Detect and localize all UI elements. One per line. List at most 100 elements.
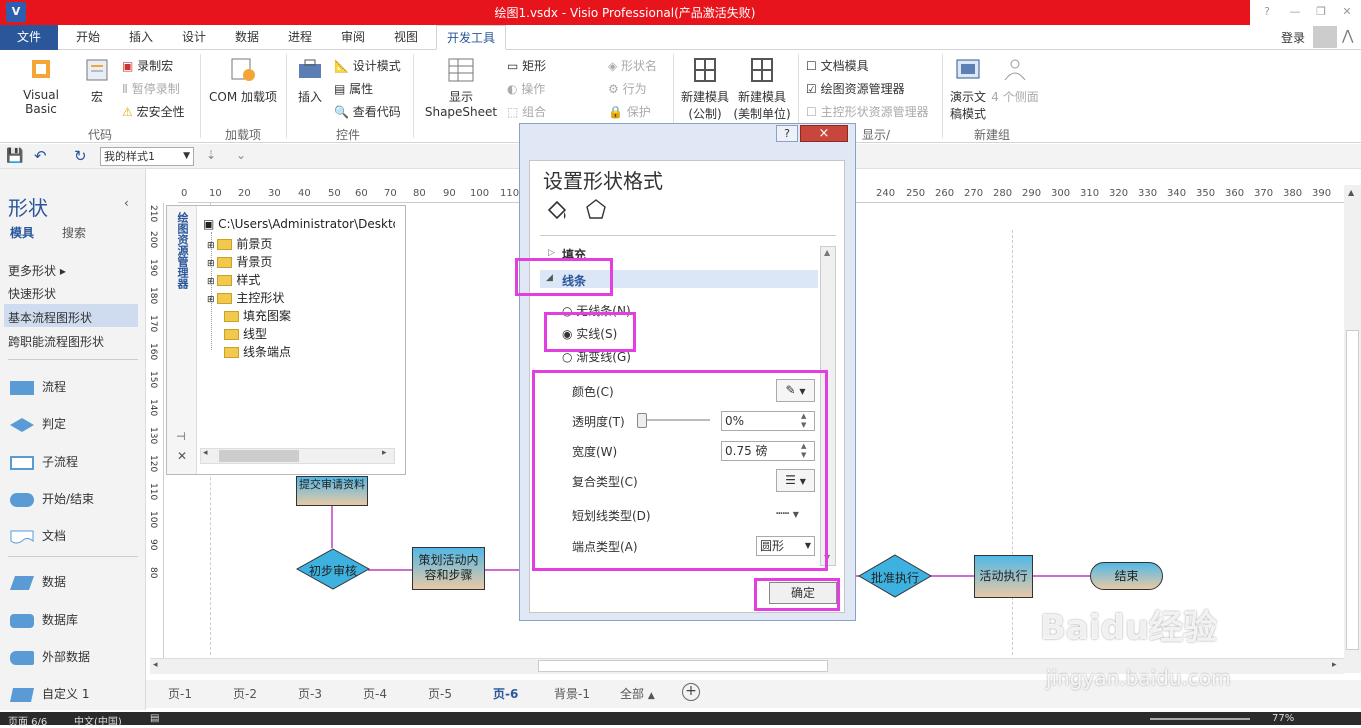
- flow-execute-shape[interactable]: 活动执行: [974, 555, 1033, 598]
- four-sides-button[interactable]: 4 个侧面: [990, 56, 1040, 105]
- shape-start-end[interactable]: 开始/结束: [10, 490, 94, 507]
- help-icon[interactable]: ?: [1256, 3, 1278, 21]
- scroll-right-icon[interactable]: ▸: [1332, 660, 1337, 670]
- tree-item-fill-patterns[interactable]: 填充图案: [224, 307, 291, 324]
- tab-home[interactable]: 开始: [66, 25, 110, 50]
- tab-data[interactable]: 数据: [225, 25, 269, 50]
- zoom-level[interactable]: 77%: [1272, 713, 1294, 724]
- pin-icon[interactable]: ⊣: [176, 430, 186, 443]
- operations-button[interactable]: ◐ 操作: [507, 80, 545, 97]
- macro-status-icon[interactable]: ▤: [150, 713, 159, 724]
- protect-button[interactable]: 🔒 保护: [608, 103, 651, 120]
- page-tab-3[interactable]: 页-3: [298, 685, 322, 702]
- tree-item-masters[interactable]: ⊞ 主控形状: [207, 289, 284, 306]
- undo-icon[interactable]: ↶: [34, 147, 47, 165]
- page-tab-all[interactable]: 全部 ▲: [620, 685, 655, 702]
- transparency-slider-thumb[interactable]: [637, 413, 647, 428]
- macro-button[interactable]: 宏: [80, 56, 114, 105]
- record-macro-button[interactable]: ▣ 录制宏: [122, 57, 173, 74]
- explorer-scroll-thumb[interactable]: [219, 450, 299, 462]
- show-shapesheet-button[interactable]: 显示 ShapeSheet: [420, 56, 502, 119]
- drawing-explorer-checkbox[interactable]: ☑ 绘图资源管理器: [806, 80, 905, 97]
- tree-item-line-patterns[interactable]: 线型: [224, 325, 267, 342]
- dash-type-button[interactable]: ┅┅ ▼: [776, 507, 799, 520]
- save-icon[interactable]: 💾: [6, 148, 23, 164]
- shape-process[interactable]: 流程: [10, 378, 66, 395]
- page-tab-background[interactable]: 背景-1: [554, 685, 590, 702]
- status-page[interactable]: 页面 6/6: [8, 713, 47, 728]
- behavior-button[interactable]: ⚙ 行为: [608, 80, 647, 97]
- compound-type-button[interactable]: ☰ ▼: [776, 469, 815, 492]
- tree-item-styles[interactable]: ⊞ 样式: [207, 271, 260, 288]
- quick-shapes-link[interactable]: 快速形状: [8, 285, 56, 302]
- dialog-help-button[interactable]: ?: [776, 125, 798, 142]
- tree-item-background[interactable]: ⊞ 背景页: [207, 253, 272, 270]
- pause-recording-button[interactable]: Ⅱ 暂停录制: [122, 80, 180, 97]
- page-tab-6[interactable]: 页-6: [493, 685, 518, 702]
- canvas-vscroll-thumb[interactable]: [1346, 330, 1359, 650]
- minimize-icon[interactable]: —: [1284, 3, 1306, 21]
- basic-flowchart-stencil[interactable]: 基本流程图形状: [8, 309, 92, 326]
- group-button[interactable]: ⬚ 组合: [507, 103, 546, 120]
- shape-name-button[interactable]: ◈ 形状名: [608, 57, 657, 74]
- page-tab-2[interactable]: 页-2: [233, 685, 257, 702]
- more-shapes-link[interactable]: 更多形状 ▸: [8, 262, 66, 279]
- page-tab-1[interactable]: 页-1: [168, 685, 192, 702]
- flow-plan-shape[interactable]: 策划活动内容和步骤: [412, 547, 485, 590]
- presentation-mode-button[interactable]: 演示文 稿模式: [946, 56, 990, 122]
- design-mode-button[interactable]: 📐 设计模式: [334, 57, 401, 74]
- scroll-right-icon[interactable]: ▸: [382, 448, 387, 458]
- signin-link[interactable]: 登录: [1281, 29, 1305, 46]
- page-tab-5[interactable]: 页-5: [428, 685, 452, 702]
- add-page-icon[interactable]: +: [682, 683, 700, 701]
- fill-line-icon[interactable]: [545, 198, 569, 222]
- properties-button[interactable]: ▤ 属性: [334, 80, 373, 97]
- cap-type-select[interactable]: 圆形 ▼: [756, 536, 815, 556]
- spinner-icon[interactable]: ▲ ▼: [801, 442, 806, 460]
- shape-data[interactable]: 数据: [10, 573, 66, 590]
- tab-review[interactable]: 审阅: [331, 25, 375, 50]
- scroll-up-icon[interactable]: ▲: [1348, 188, 1354, 197]
- zoom-slider[interactable]: [1150, 718, 1250, 720]
- spinner-icon[interactable]: ▲ ▼: [801, 412, 806, 430]
- redo-icon[interactable]: ↻: [74, 147, 87, 165]
- restore-icon[interactable]: ❐: [1310, 3, 1332, 21]
- transparency-slider-track[interactable]: [640, 419, 710, 421]
- scroll-left-icon[interactable]: ◂: [203, 448, 208, 458]
- scroll-left-icon[interactable]: ◂: [153, 660, 158, 670]
- style-select[interactable]: 我的样式1 ▼: [100, 147, 194, 166]
- tab-design[interactable]: 设计: [172, 25, 216, 50]
- flow-end-shape[interactable]: 结束: [1090, 562, 1163, 590]
- view-code-button[interactable]: 🔍 查看代码: [334, 103, 401, 120]
- flow-document-shape[interactable]: 提交审请资料: [296, 476, 368, 506]
- page-tab-4[interactable]: 页-4: [363, 685, 387, 702]
- shape-decision[interactable]: 判定: [10, 415, 66, 432]
- ribbon-collapse-icon[interactable]: ⋀: [1342, 28, 1353, 44]
- close-icon[interactable]: ✕: [1336, 3, 1358, 21]
- tab-developer[interactable]: 开发工具: [436, 25, 507, 50]
- shape-custom-1[interactable]: 自定义 1: [10, 685, 89, 702]
- shape-database[interactable]: 数据库: [10, 611, 78, 628]
- explorer-root[interactable]: ▣ C:\Users\Administrator\Desktop: [203, 217, 395, 231]
- dialog-close-button[interactable]: ×: [800, 125, 848, 142]
- tab-insert[interactable]: 插入: [119, 25, 163, 50]
- collapse-panel-icon[interactable]: ‹: [124, 196, 129, 210]
- visual-basic-button[interactable]: Visual Basic: [6, 56, 76, 116]
- scroll-up-icon[interactable]: ▲: [824, 248, 830, 257]
- tab-search[interactable]: 搜索: [62, 224, 86, 241]
- shape-subprocess[interactable]: 子流程: [10, 453, 78, 470]
- color-picker-button[interactable]: ✎ ▼: [776, 379, 815, 402]
- tree-item-foreground[interactable]: ⊞ 前景页: [207, 235, 272, 252]
- shape-document[interactable]: 文档: [10, 527, 66, 544]
- avatar[interactable]: [1313, 26, 1337, 48]
- tab-stencils[interactable]: 模具: [10, 224, 34, 241]
- tree-item-line-ends[interactable]: 线条端点: [224, 343, 291, 360]
- canvas-hscroll-thumb[interactable]: [538, 660, 828, 672]
- tab-process[interactable]: 进程: [278, 25, 322, 50]
- tab-file[interactable]: 文件: [0, 25, 58, 50]
- tab-view[interactable]: 视图: [384, 25, 428, 50]
- status-language[interactable]: 中文(中国): [74, 713, 122, 728]
- macro-security-button[interactable]: ⚠ 宏安全性: [122, 103, 185, 120]
- effects-pentagon-icon[interactable]: [585, 198, 607, 220]
- insert-control-button[interactable]: 插入: [292, 56, 328, 105]
